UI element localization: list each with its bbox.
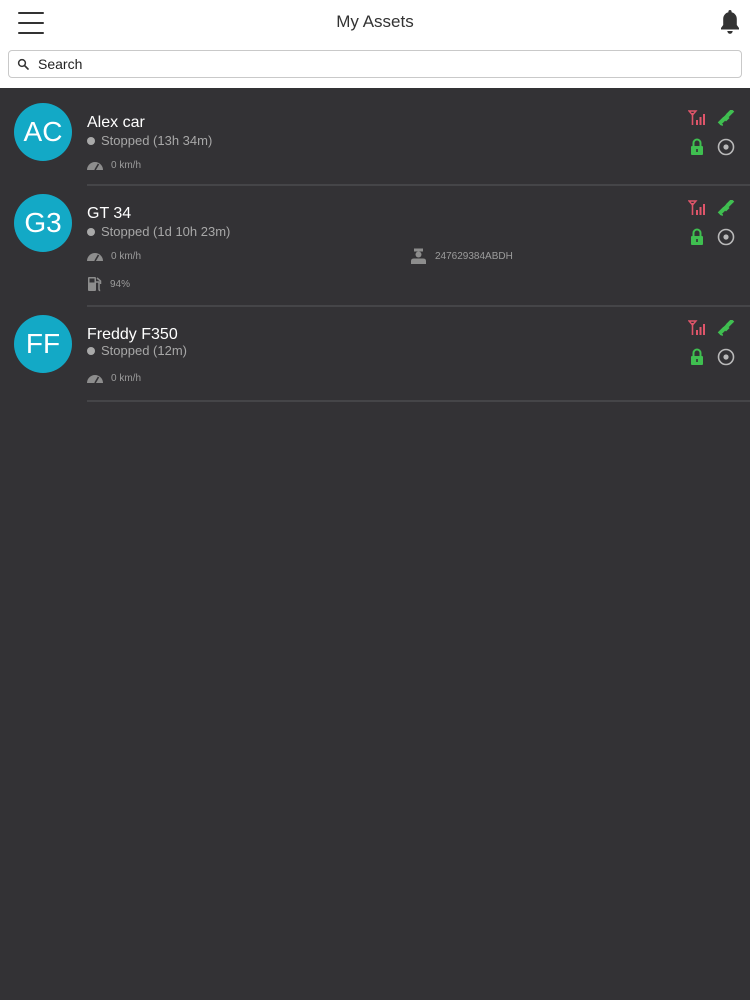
lock-icon[interactable] [690,348,704,366]
fuel-level: 94% [110,278,131,290]
avatar: FF [14,315,72,373]
search-icon [17,58,29,70]
status-icons [688,110,736,158]
speedometer-icon [87,375,103,384]
asset-row[interactable]: AC Alex car Stopped (13h 34m) 0 km/h [0,88,750,186]
status-dot [87,136,95,145]
driver-icon [411,248,426,264]
asset-name: Alex car [87,114,145,131]
signal-icon[interactable] [688,200,706,216]
avatar: AC [14,103,72,161]
asset-list: AC Alex car Stopped (13h 34m) 0 km/h G3 … [0,88,750,402]
avatar: G3 [14,194,72,252]
speed-info: 0 km/h [86,159,141,171]
row-divider [87,400,750,402]
gps-satellite-icon[interactable] [717,110,735,128]
lock-icon[interactable] [690,138,704,156]
locate-icon[interactable] [717,138,735,156]
gps-satellite-icon[interactable] [717,200,735,218]
speed-info: 0 km/h [86,250,141,262]
status-text: Stopped (12m) [101,343,187,358]
asset-row[interactable]: FF Freddy F350 Stopped (12m) 0 km/h [0,307,750,402]
status-text: Stopped (1d 10h 23m) [101,224,231,239]
asset-row[interactable]: G3 GT 34 Stopped (1d 10h 23m) 0 km/h 247… [0,186,750,307]
status-dot [87,346,95,355]
asset-status: Stopped (13h 34m) [87,133,212,148]
status-icons [688,200,736,248]
bell-icon[interactable] [718,8,742,36]
signal-icon[interactable] [688,110,706,126]
speed-value: 0 km/h [111,250,142,262]
gps-satellite-icon[interactable] [717,320,735,338]
locate-icon[interactable] [717,228,735,246]
asset-name: Freddy F350 [87,326,178,343]
speedometer-icon [87,162,103,171]
speed-info: 0 km/h [86,372,141,384]
fuel-info: 94% [87,276,130,292]
status-icons [688,320,736,368]
lock-icon[interactable] [690,228,704,246]
speed-value: 0 km/h [111,372,142,384]
speedometer-icon [87,253,103,262]
search-bar [8,50,742,78]
fuel-icon [88,277,102,292]
driver-id: 247629384ABDH [435,250,513,262]
search-input[interactable] [38,56,741,72]
speed-value: 0 km/h [111,159,142,171]
signal-icon[interactable] [688,320,706,336]
asset-status: Stopped (1d 10h 23m) [87,224,230,239]
asset-name: GT 34 [87,205,132,222]
status-dot [87,227,95,236]
asset-status: Stopped (12m) [87,343,187,358]
page-title: My Assets [336,12,414,31]
locate-icon[interactable] [717,348,735,366]
app-header: My Assets [0,0,750,88]
driver-info: 247629384ABDH [410,248,513,264]
status-text: Stopped (13h 34m) [101,133,213,148]
